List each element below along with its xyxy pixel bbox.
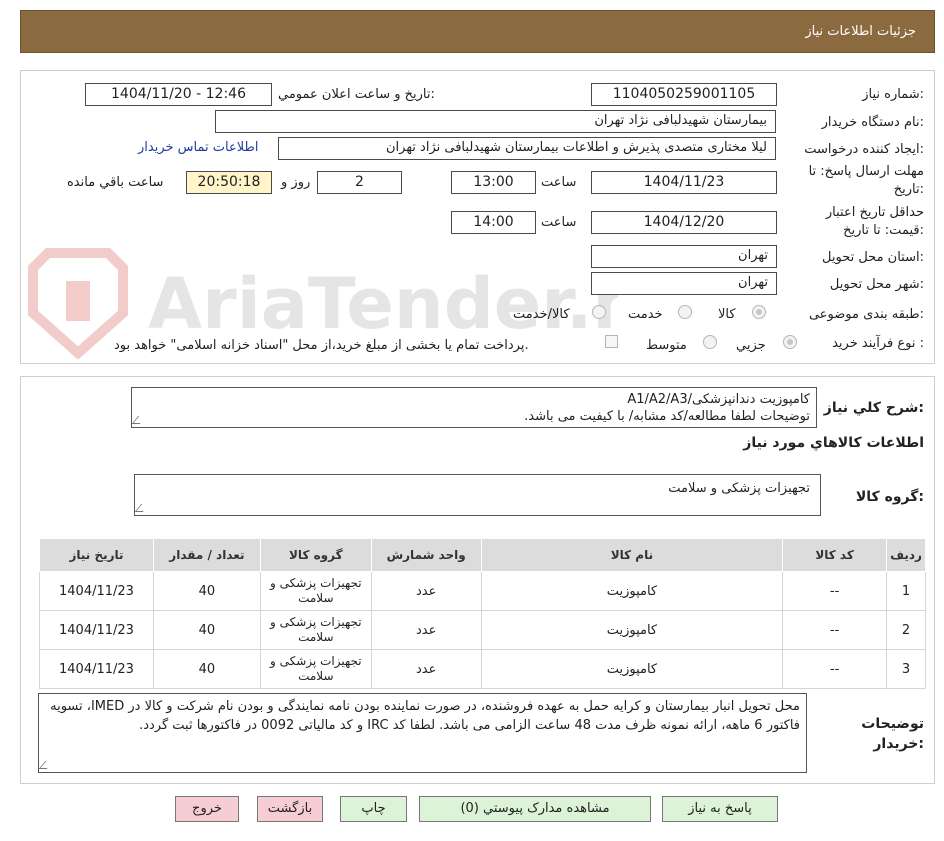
deadline-label-2: تاریخ:	[893, 182, 924, 197]
cell-row-num: 2	[886, 610, 926, 650]
payment-note: پرداخت تمام یا بخشی از مبلغ خرید،از محل …	[114, 338, 529, 353]
cell-name: کامپوزیت	[480, 571, 784, 611]
deadline-date-field: 1404/11/23	[591, 171, 777, 194]
category-option-service: خدمت	[628, 307, 663, 322]
column-header-group: گروه کالا	[259, 538, 372, 572]
city-label: شهر محل تحویل:	[829, 277, 924, 292]
table-row: 2 -- کامپوزیت عدد تجهیزات پزشکی و سلامت …	[39, 610, 926, 650]
cell-group: تجهیزات پزشکی و سلامت	[259, 649, 372, 689]
summary-line-2: توضیحات لطفا مطالعه/کد مشابه/ با کیفیت م…	[524, 409, 810, 424]
requester-label: ایجاد کننده درخواست:	[804, 142, 924, 157]
column-header-name: نام کالا	[480, 538, 784, 572]
process-radio-medium[interactable]	[703, 335, 717, 349]
cell-name: کامپوزیت	[480, 649, 784, 689]
column-header-row-num: ردیف	[886, 538, 926, 572]
buyer-org-label: نام دستگاه خریدار:	[821, 115, 924, 130]
province-field: تهران	[591, 245, 777, 268]
announce-label: تاریخ و ساعت اعلان عمومي:	[278, 87, 435, 102]
goods-section-title: اطلاعات کالاهاي مورد نیاز	[743, 435, 924, 451]
process-radio-partial[interactable]	[783, 335, 797, 349]
cell-qty: 40	[152, 649, 261, 689]
deadline-label: مهلت ارسال پاسخ: تا	[808, 164, 924, 179]
cell-unit: عدد	[370, 610, 482, 650]
table-header-row: ردیف کد کالا نام کالا واحد شمارش گروه کا…	[39, 538, 926, 572]
treasury-checkbox[interactable]	[605, 335, 618, 348]
days-field: 2	[317, 171, 402, 194]
deadline-time-field: 13:00	[451, 171, 536, 194]
process-option-partial: جزیي	[736, 338, 766, 353]
summary-textarea[interactable]: کامپوزیت دندانپزشکی/A1/A2/A3 توضیحات لطف…	[131, 387, 817, 428]
buyer-notes-textarea[interactable]: محل تحویل انبار بیمارستان و کرایه حمل به…	[38, 693, 807, 773]
summary-line-1: کامپوزیت دندانپزشکی/A1/A2/A3	[627, 392, 810, 407]
category-option-goods-service: کالا/خدمت	[513, 307, 570, 322]
deadline-time-label: ساعت	[541, 175, 577, 190]
requester-field: لیلا مختاری متصدی پذیرش و اطلاعات بیمارس…	[278, 137, 776, 160]
print-button[interactable]: چاپ	[340, 796, 407, 822]
cell-qty: 40	[152, 571, 261, 611]
buyer-org-field: بیمارستان شهیدلبافی نژاد تهران	[215, 110, 776, 133]
validity-time-label: ساعت	[541, 215, 577, 230]
announce-field: 1404/11/20 - 12:46	[85, 83, 272, 106]
page-header: جزئیات اطلاعات نیاز	[20, 10, 935, 53]
cell-group: تجهیزات پزشکی و سلامت	[259, 610, 372, 650]
column-header-unit: واحد شمارش	[370, 538, 482, 572]
category-radio-service[interactable]	[678, 305, 692, 319]
need-number-field: 1104050259001105	[591, 83, 777, 106]
goods-group-value: تجهیزات پزشکی و سلامت	[668, 481, 810, 496]
category-radio-goods[interactable]	[752, 305, 766, 319]
process-label: نوع فرآیند خرید :	[832, 336, 924, 351]
need-number-label: شماره نیاز:	[862, 87, 924, 102]
items-table: ردیف کد کالا نام کالا واحد شمارش گروه کا…	[39, 538, 926, 689]
cell-row-num: 1	[886, 571, 926, 611]
goods-group-label: گروه کالا:	[855, 489, 924, 505]
cell-unit: عدد	[370, 649, 482, 689]
exit-button[interactable]: خروج	[175, 796, 239, 822]
cell-unit: عدد	[370, 571, 482, 611]
validity-label: حداقل تاریخ اعتبار	[825, 205, 924, 220]
summary-label: شرح کلي نیاز:	[823, 400, 924, 416]
cell-code: --	[782, 571, 888, 611]
back-button[interactable]: بازگشت	[257, 796, 323, 822]
buyer-notes-label: توضیحات	[861, 716, 924, 732]
cell-code: --	[782, 610, 888, 650]
table-row: 1 -- کامپوزیت عدد تجهیزات پزشکی و سلامت …	[39, 571, 926, 611]
resize-grip-icon[interactable]	[135, 504, 150, 512]
validity-label-2: قیمت: تا تاریخ:	[843, 223, 924, 238]
cell-date: 1404/11/23	[39, 649, 154, 689]
category-label: طبقه بندی موضوعی:	[808, 307, 924, 322]
remaining-time-field: 20:50:18	[186, 171, 272, 194]
validity-time-field: 14:00	[451, 211, 536, 234]
view-attachments-button[interactable]: مشاهده مدارک پیوستي (0)	[419, 796, 651, 822]
validity-date-field: 1404/12/20	[591, 211, 777, 234]
items-table-wrap: ردیف کد کالا نام کالا واحد شمارش گروه کا…	[39, 538, 926, 689]
category-radio-goods-service[interactable]	[592, 305, 606, 319]
cell-name: کامپوزیت	[480, 610, 784, 650]
province-label: استان محل تحویل:	[822, 250, 924, 265]
cell-code: --	[782, 649, 888, 689]
goods-group-textarea[interactable]: تجهیزات پزشکی و سلامت	[134, 474, 821, 516]
cell-qty: 40	[152, 610, 261, 650]
reply-button[interactable]: پاسخ به نیاز	[662, 796, 778, 822]
column-header-code: کد کالا	[782, 538, 888, 572]
resize-grip-icon[interactable]	[39, 761, 54, 769]
cell-date: 1404/11/23	[39, 571, 154, 611]
column-header-qty: تعداد / مقدار	[152, 538, 261, 572]
buyer-notes-label-2: خریدار:	[873, 736, 924, 752]
cell-row-num: 3	[886, 649, 926, 689]
cell-date: 1404/11/23	[39, 610, 154, 650]
buyer-contact-link[interactable]: اطلاعات تماس خریدار	[138, 140, 258, 155]
cell-group: تجهیزات پزشکی و سلامت	[259, 571, 372, 611]
table-row: 3 -- کامپوزیت عدد تجهیزات پزشکی و سلامت …	[39, 649, 926, 689]
column-header-date: تاریخ نیاز	[39, 538, 154, 572]
buyer-notes-text: محل تحویل انبار بیمارستان و کرایه حمل به…	[50, 699, 800, 733]
remaining-label: ساعت باقي مانده	[67, 175, 164, 190]
page-title: جزئیات اطلاعات نیاز	[805, 24, 916, 39]
days-label: روز و	[281, 175, 311, 190]
city-field: تهران	[591, 272, 777, 295]
category-option-goods: کالا	[718, 307, 736, 322]
process-option-medium: متوسط	[646, 338, 687, 353]
